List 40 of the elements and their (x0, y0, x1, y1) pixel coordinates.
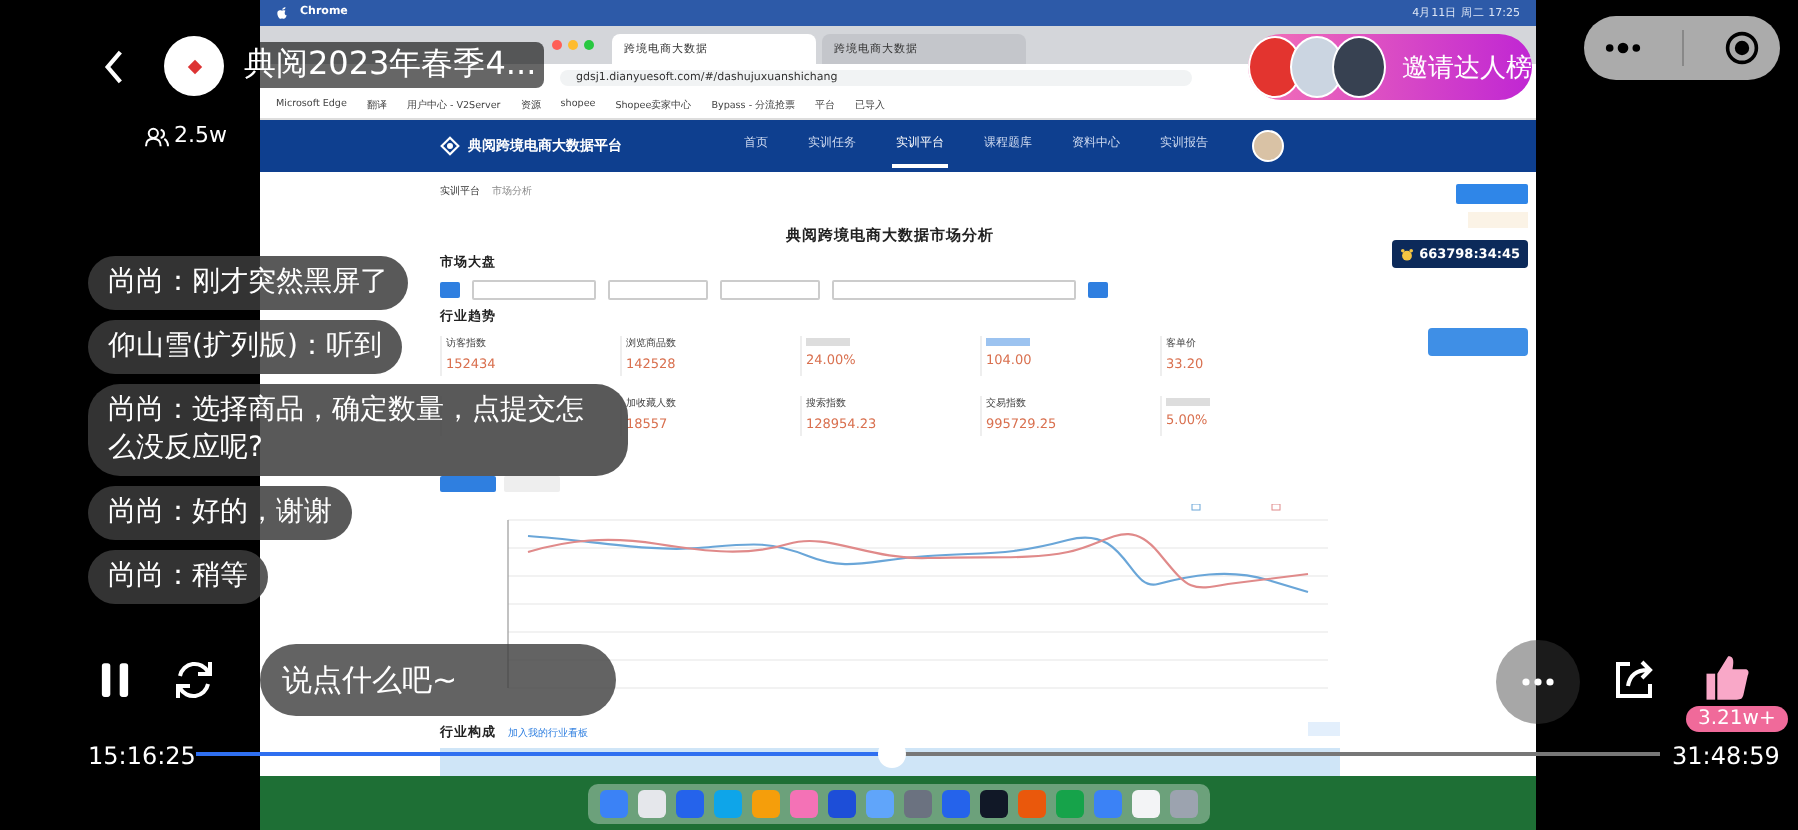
chat-message: 尚尚：选择商品，确定数量，点提交怎么没反应呢? (88, 384, 628, 476)
avatar[interactable] (1252, 129, 1284, 162)
channel-logo[interactable] (164, 36, 224, 96)
total-time: 31:48:59 (1672, 742, 1780, 770)
legend-swatch (1191, 504, 1201, 511)
thumbs-up-icon[interactable] (1702, 652, 1750, 704)
apple-icon[interactable] (276, 5, 288, 20)
alarm-clock-icon (1399, 247, 1414, 261)
legend-swatch (1271, 504, 1281, 511)
app-icon[interactable] (1131, 789, 1159, 817)
target-icon[interactable] (1724, 30, 1760, 66)
refresh-icon[interactable] (172, 658, 216, 702)
current-time: 15:16:25 (88, 742, 196, 770)
back-icon[interactable] (102, 48, 126, 86)
more-button[interactable] (1496, 640, 1580, 724)
pause-icon[interactable] (100, 660, 130, 700)
export-button[interactable] (1308, 722, 1340, 736)
report-button[interactable] (1428, 328, 1528, 356)
category-select[interactable] (832, 280, 1076, 300)
chart-toggle[interactable] (440, 476, 496, 492)
viewer-count: 2.5w (174, 122, 227, 148)
filter-button[interactable] (440, 282, 460, 298)
share-icon[interactable] (1612, 658, 1656, 702)
date-field[interactable] (472, 280, 596, 300)
chart-toggle[interactable] (504, 476, 560, 492)
more-icon[interactable] (1604, 42, 1642, 54)
query-button[interactable] (1088, 282, 1108, 298)
logo-icon (440, 135, 460, 156)
chat-message: 尚尚：刚才突然黑屏了 (88, 256, 408, 310)
chat-message: 尚尚：好的，谢谢 (88, 486, 352, 540)
app-icon[interactable] (979, 789, 1007, 817)
chat-message: 尚尚：稍等 (88, 550, 268, 604)
invite-banner[interactable]: 邀请达人榜 (1248, 34, 1532, 100)
platform-select[interactable] (608, 280, 708, 300)
comment-field[interactable]: 说点什么吧~ (260, 644, 616, 716)
logo-icon (185, 57, 203, 75)
people-icon (144, 126, 170, 148)
chat-message: 仰山雪(扩列版)：听到 (88, 320, 402, 374)
like-count: 3.21w+ (1686, 706, 1788, 732)
region-select[interactable] (720, 280, 820, 300)
